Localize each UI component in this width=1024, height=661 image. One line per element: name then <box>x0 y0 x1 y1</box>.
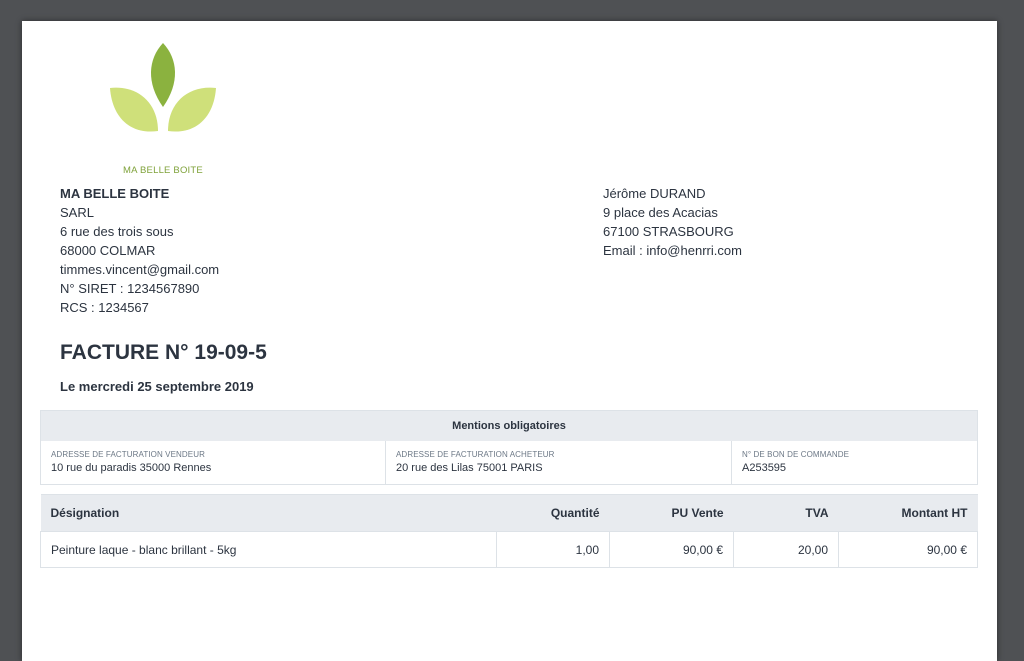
item-designation: Peinture laque - blanc brillant - 5kg <box>40 531 497 568</box>
invoice-title: FACTURE N° 19-09-5 <box>60 341 267 364</box>
invoice-page: MA BELLE BOITE MA BELLE BOITE SARL 6 rue… <box>22 21 997 661</box>
invoice-items-table: Désignation Quantité PU Vente TVA Montan… <box>40 494 978 568</box>
buyer-city: 67100 STRASBOURG <box>603 224 734 239</box>
seller-block: MA BELLE BOITE SARL 6 rue des trois sous… <box>60 184 219 317</box>
column-header-amount: Montant HT <box>838 494 978 532</box>
seller-email: timmes.vincent@gmail.com <box>60 262 220 277</box>
buyer-block: Jérôme DURAND 9 place des Acacias 67100 … <box>603 184 742 260</box>
column-header-quantity: Quantité <box>496 494 610 532</box>
company-logo: MA BELLE BOITE <box>108 41 218 176</box>
buyer-name: Jérôme DURAND <box>603 186 706 201</box>
mention-label: N° DE BON DE COMMANDE <box>742 450 850 459</box>
seller-street: 6 rue des trois sous <box>60 224 174 239</box>
purchase-order-number-cell: N° DE BON DE COMMANDE A253595 <box>732 441 977 484</box>
item-quantity: 1,00 <box>496 531 610 568</box>
leaf-logo-icon <box>110 43 216 132</box>
mention-value: 20 rue des Lilas 75001 PARIS <box>396 462 543 474</box>
seller-rcs: RCS : 1234567 <box>60 300 149 315</box>
column-header-vat: TVA <box>733 494 839 532</box>
item-amount: 90,00 € <box>838 531 978 568</box>
seller-name: MA BELLE BOITE <box>60 186 170 201</box>
seller-siret: N° SIRET : 1234567890 <box>60 281 200 296</box>
item-vat: 20,00 <box>733 531 839 568</box>
seller-billing-address-cell: ADRESSE DE FACTURATION VENDEUR 10 rue du… <box>41 441 386 484</box>
buyer-billing-address-cell: ADRESSE DE FACTURATION ACHETEUR 20 rue d… <box>386 441 732 484</box>
table-row: Peinture laque - blanc brillant - 5kg 1,… <box>40 531 978 568</box>
table-header-row: Désignation Quantité PU Vente TVA Montan… <box>40 494 978 532</box>
mention-label: ADRESSE DE FACTURATION ACHETEUR <box>396 450 555 459</box>
column-header-designation: Désignation <box>40 494 497 532</box>
buyer-street: 9 place des Acacias <box>603 205 718 220</box>
buyer-email: Email : info@henrri.com <box>603 243 742 258</box>
mention-value: A253595 <box>742 462 787 474</box>
mandatory-mentions-box: Mentions obligatoires ADRESSE DE FACTURA… <box>40 410 978 485</box>
logo-company-label: MA BELLE BOITE <box>123 165 203 176</box>
column-header-unit-price: PU Vente <box>609 494 734 532</box>
mentions-header: Mentions obligatoires <box>41 411 977 441</box>
invoice-date: Le mercredi 25 septembre 2019 <box>60 379 254 394</box>
mentions-row: ADRESSE DE FACTURATION VENDEUR 10 rue du… <box>41 441 977 484</box>
mention-value: 10 rue du paradis 35000 Rennes <box>51 462 212 474</box>
item-unit-price: 90,00 € <box>609 531 734 568</box>
seller-legal-form: SARL <box>60 205 94 220</box>
mention-label: ADRESSE DE FACTURATION VENDEUR <box>51 450 205 459</box>
seller-city: 68000 COLMAR <box>60 243 156 258</box>
